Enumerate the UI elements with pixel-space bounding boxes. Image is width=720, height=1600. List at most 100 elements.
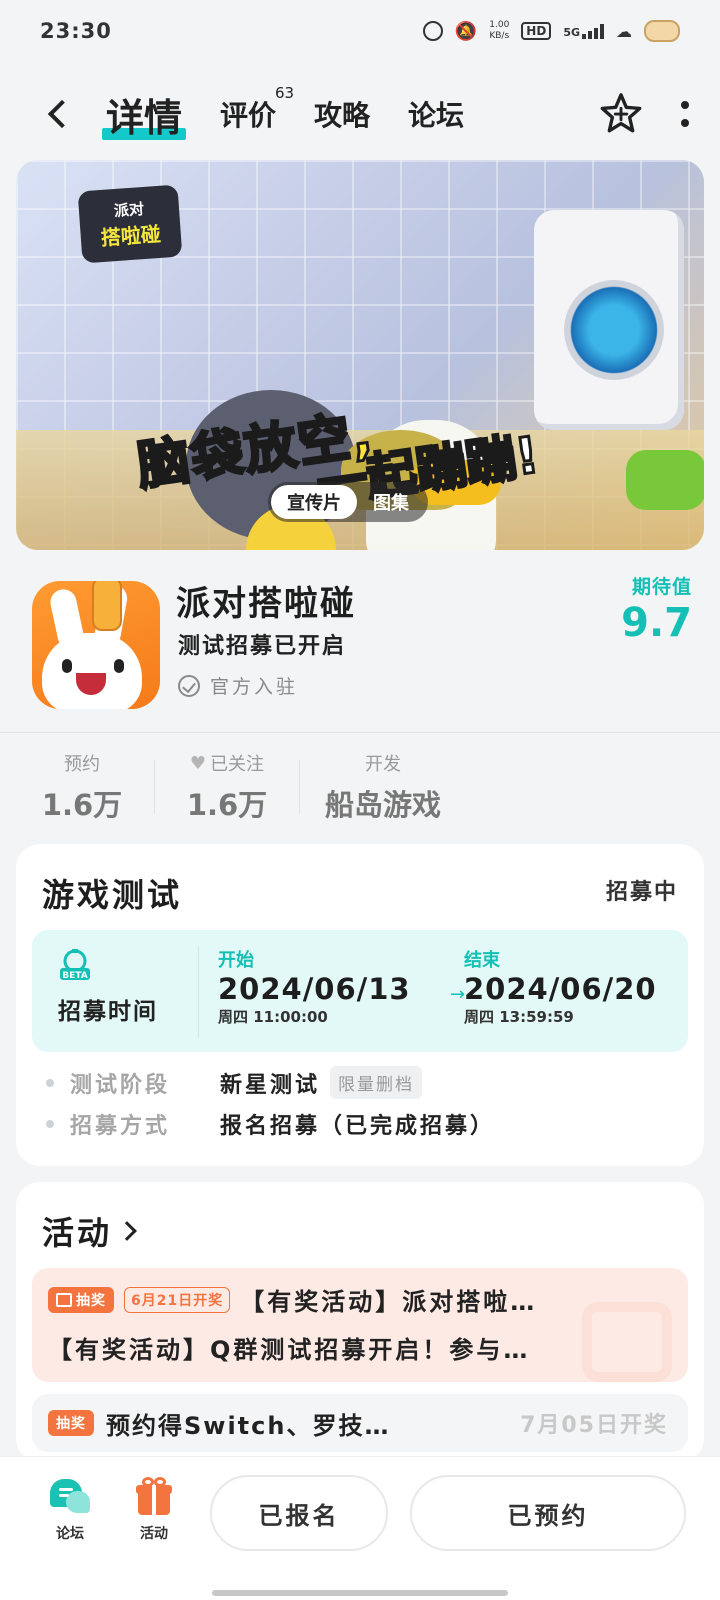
status-bar: 23:30 🔕 1.00 KB/s HD 5G ☁: [0, 0, 720, 62]
reserved-button[interactable]: 已预约: [410, 1475, 686, 1551]
tab-reviews-label: 评价: [220, 99, 277, 132]
back-icon[interactable]: [38, 94, 78, 134]
signal-bars: [582, 23, 604, 39]
arrow-right-icon: →: [450, 984, 466, 1005]
tab-forum-label: 论坛: [408, 99, 465, 132]
bullet-dot: [46, 1078, 54, 1087]
activity-item-1[interactable]: 抽奖 6月21日开奖 【有奖活动】派对搭啦… 【有奖活动】Q群测试招募开启！参与…: [32, 1268, 688, 1382]
media-switch: 宣传片 图集: [268, 482, 428, 522]
tab-guides-label: 攻略: [314, 99, 371, 132]
stat-developer[interactable]: 开发 船岛游戏: [308, 750, 458, 822]
lottery-badge: 抽奖: [48, 1410, 94, 1436]
frog-character-art: [626, 450, 704, 510]
more-icon[interactable]: [680, 101, 690, 127]
activity-header[interactable]: 活动: [42, 1208, 137, 1254]
beta-label: BETA: [62, 971, 87, 981]
app-name: 派对搭啦碰: [176, 584, 356, 624]
lottery-badge-label: 抽奖: [76, 1292, 106, 1309]
recruit-status: 招募中: [605, 880, 678, 905]
test-stage-row: 测试阶段 新星测试 限量删档: [46, 1066, 423, 1099]
activity-item-1-line2: 【有奖活动】Q群测试招募开启！参与…: [48, 1330, 530, 1365]
top-nav: 详情 评价 63 攻略 论坛: [0, 74, 720, 154]
washing-machine-art: [534, 210, 684, 430]
switch-video[interactable]: 宣传片: [271, 485, 357, 519]
stat-reservations-label: 预约: [64, 754, 100, 775]
tab-forum[interactable]: 论坛: [408, 94, 464, 134]
recruit-method-row: 招募方式 报名招募（已完成招募）: [46, 1108, 495, 1140]
test-stage-value: 新星测试: [220, 1072, 321, 1098]
reviews-count: 63: [274, 84, 295, 102]
activity-item-3-date: 7月05日开奖: [520, 1413, 668, 1438]
activity-item-2[interactable]: 抽奖 预约得Switch、罗技… 7月05日开奖: [32, 1394, 688, 1452]
tab-details-label: 详情: [106, 95, 183, 140]
star-plus-icon[interactable]: [598, 91, 644, 137]
tab-reviews[interactable]: 评价 63: [220, 84, 294, 134]
chevron-right-icon: [117, 1221, 137, 1241]
activity-card: 活动 抽奖 6月21日开奖 【有奖活动】派对搭啦… 【有奖活动】Q群测试招募开启…: [16, 1182, 704, 1462]
forum-button[interactable]: 论坛: [50, 1479, 90, 1543]
official-badge: 官方入驻: [178, 672, 298, 699]
tab-bar: 详情 评价 63 攻略 论坛: [101, 84, 598, 142]
start-clock: 周四 11:00:00: [218, 1008, 328, 1026]
activity-item-1-title: 【有奖活动】派对搭啦…: [240, 1288, 538, 1316]
beta-icon: BETA: [60, 949, 90, 981]
logo-line2: 搭啦碰: [100, 221, 162, 251]
game-test-card: 游戏测试 招募中 BETA 招募时间 开始 2024/06/13 周四 11:0…: [16, 844, 704, 1166]
recruit-separator: [198, 946, 199, 1038]
recruit-method-label: 招募方式: [70, 1114, 171, 1139]
bullet-dot: [46, 1120, 54, 1128]
end-date: 2024/06/20: [464, 972, 657, 1006]
activity-title: 活动: [42, 1214, 113, 1252]
stat-following-value: 1.6万: [186, 788, 268, 822]
hd-icon: HD: [521, 22, 552, 40]
recruit-method-value: 报名招募（已完成招募）: [220, 1114, 496, 1139]
activity-button[interactable]: 活动: [136, 1477, 172, 1543]
tab-details[interactable]: 详情: [101, 87, 187, 142]
stat-separator: [299, 760, 300, 814]
registered-button[interactable]: 已报名: [210, 1475, 388, 1551]
app-subtitle: 测试招募已开启: [178, 634, 347, 659]
net-speed: 1.00 KB/s: [489, 20, 509, 42]
stat-following-label: 已关注: [210, 754, 265, 775]
net-speed-value: 1.00: [489, 20, 510, 30]
switch-gallery[interactable]: 图集: [357, 485, 425, 519]
bottom-bar: 论坛 活动 已报名 已预约: [0, 1456, 720, 1600]
gift-watermark-icon: [582, 1302, 672, 1382]
end-label: 结束: [464, 950, 500, 971]
gift-icon: [56, 1292, 72, 1307]
logo-line1: 派对: [113, 200, 145, 221]
activity-item-3-title: 预约得Switch、罗技…: [106, 1411, 391, 1440]
game-logo: 派对 搭啦碰: [77, 184, 183, 264]
stats-row: 预约 1.6万 ♥ 已关注 1.6万 开发 船岛游戏: [0, 750, 720, 823]
stat-reservations-value: 1.6万: [41, 788, 123, 822]
mute-icon: 🔕: [454, 20, 478, 42]
forum-label: 论坛: [56, 1526, 84, 1542]
app-notif-icon: ☁: [616, 21, 632, 41]
expectation-score: 期待值 9.7: [621, 572, 692, 647]
expectation-label: 期待值: [631, 576, 692, 598]
recruit-time-label: 招募时间: [58, 999, 158, 1025]
start-time: 开始 2024/06/13 周四 11:00:00: [218, 946, 411, 1027]
recruit-time-box: BETA 招募时间 开始 2024/06/13 周四 11:00:00 → 结束…: [32, 930, 688, 1052]
net-speed-unit: KB/s: [489, 31, 510, 41]
alarm-icon: [422, 21, 443, 41]
test-title: 游戏测试: [42, 876, 183, 914]
stat-following-key: ♥ 已关注: [190, 750, 264, 776]
app-info: 派对搭啦碰 测试招募已开启 官方入驻 期待值 9.7: [32, 576, 692, 709]
network-label: 5G: [563, 26, 580, 39]
test-stage-label: 测试阶段: [70, 1072, 171, 1098]
check-circle-icon: [178, 674, 200, 697]
stat-developer-label: 开发: [365, 754, 401, 775]
stat-following[interactable]: ♥ 已关注 1.6万: [165, 750, 289, 823]
end-time: 结束 2024/06/20 周四 13:59:59: [464, 946, 657, 1027]
stat-separator: [154, 760, 155, 814]
tab-guides[interactable]: 攻略: [314, 94, 370, 134]
end-clock: 周四 13:59:59: [464, 1008, 574, 1026]
stat-reservations: 预约 1.6万: [32, 750, 132, 822]
activity-item-1-line1: 抽奖 6月21日开奖 【有奖活动】派对搭啦…: [48, 1282, 537, 1317]
official-label: 官方入驻: [210, 676, 299, 698]
promo-banner[interactable]: 派对 搭啦碰 脑袋放空, 一起蹦蹦! 宣传片 图集: [16, 160, 704, 550]
home-indicator[interactable]: [212, 1590, 508, 1596]
divider: [0, 732, 720, 733]
lottery-badge-label: 抽奖: [56, 1416, 86, 1432]
